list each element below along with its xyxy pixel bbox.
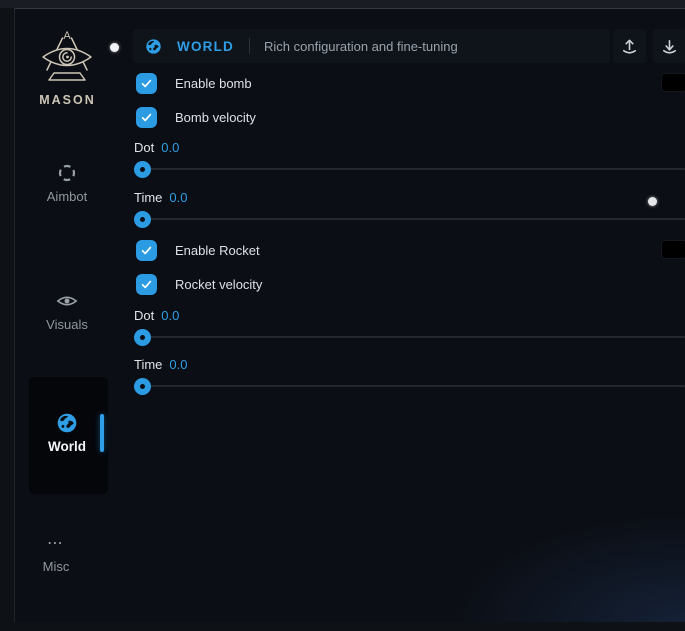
checkbox-rocket-velocity[interactable] bbox=[136, 274, 157, 295]
slider-label: Dot bbox=[134, 308, 154, 323]
slider-value: 0.0 bbox=[161, 140, 179, 155]
sidebar-item-visuals[interactable]: Visuals bbox=[15, 290, 119, 334]
sidebar-item-label: Visuals bbox=[46, 317, 88, 332]
check-icon bbox=[140, 278, 153, 291]
control-row-enable-rocket: Enable Rocket bbox=[136, 240, 260, 261]
checkbox-label: Rocket velocity bbox=[175, 277, 262, 292]
slider-rocket-time[interactable] bbox=[134, 378, 685, 395]
checkbox-enable-bomb[interactable] bbox=[136, 73, 157, 94]
page-header: WORLD Rich configuration and fine-tuning bbox=[133, 29, 610, 63]
check-icon bbox=[140, 77, 153, 90]
cheat-menu-window: A MASON Aimbot Visual bbox=[14, 8, 685, 622]
page-title: WORLD bbox=[177, 39, 234, 54]
sidebar-item-world[interactable]: World bbox=[15, 412, 119, 456]
background-glow bbox=[425, 502, 685, 622]
slider-knob[interactable] bbox=[134, 329, 151, 346]
logo-letter: A bbox=[63, 30, 71, 42]
globe-icon bbox=[145, 38, 162, 55]
slider-track[interactable] bbox=[135, 336, 685, 338]
checkbox-enable-rocket[interactable] bbox=[136, 240, 157, 261]
checkbox-label: Enable Rocket bbox=[175, 243, 260, 258]
crosshair-icon bbox=[56, 162, 78, 184]
checkbox-bomb-velocity[interactable] bbox=[136, 107, 157, 128]
slider-rocket-dot[interactable] bbox=[134, 329, 685, 346]
checkbox-label: Bomb velocity bbox=[175, 110, 256, 125]
globe-icon bbox=[56, 412, 78, 434]
slider-bomb-dot[interactable] bbox=[134, 161, 685, 178]
slider-value: 0.0 bbox=[169, 190, 187, 205]
cursor-dot bbox=[648, 197, 657, 206]
cursor-dot bbox=[110, 43, 119, 52]
sidebar-item-misc[interactable]: ⋯ Misc bbox=[23, 537, 89, 574]
slider-caption-bomb-dot: Dot 0.0 bbox=[134, 140, 179, 155]
sidebar-item-label: World bbox=[48, 439, 86, 454]
slider-bomb-time[interactable] bbox=[134, 211, 685, 228]
slider-track[interactable] bbox=[135, 385, 685, 387]
download-config-button[interactable] bbox=[653, 29, 685, 63]
slider-caption-rocket-dot: Dot 0.0 bbox=[134, 308, 179, 323]
slider-caption-rocket-time: Time 0.0 bbox=[134, 357, 187, 372]
slider-track[interactable] bbox=[135, 168, 685, 170]
ellipsis-icon: ⋯ bbox=[23, 537, 89, 551]
slider-value: 0.0 bbox=[169, 357, 187, 372]
slider-knob[interactable] bbox=[134, 211, 151, 228]
page-subtitle: Rich configuration and fine-tuning bbox=[264, 39, 458, 54]
upload-config-button[interactable] bbox=[613, 29, 646, 63]
control-row-enable-bomb: Enable bomb bbox=[136, 73, 252, 94]
background-strip bbox=[0, 0, 685, 8]
color-swatch-rocket[interactable] bbox=[661, 240, 685, 259]
divider bbox=[249, 38, 250, 54]
slider-label: Dot bbox=[134, 140, 154, 155]
slider-knob[interactable] bbox=[134, 161, 151, 178]
slider-track[interactable] bbox=[135, 218, 685, 220]
sidebar-item-label: Misc bbox=[23, 559, 89, 574]
color-swatch-bomb[interactable] bbox=[661, 73, 685, 92]
control-row-bomb-velocity: Bomb velocity bbox=[136, 107, 256, 128]
slider-knob[interactable] bbox=[134, 378, 151, 395]
sidebar: A MASON Aimbot Visual bbox=[15, 9, 120, 631]
sidebar-item-aimbot[interactable]: Aimbot bbox=[15, 162, 119, 206]
check-icon bbox=[140, 244, 153, 257]
checkbox-label: Enable bomb bbox=[175, 76, 252, 91]
slider-label: Time bbox=[134, 190, 162, 205]
download-icon bbox=[660, 37, 679, 56]
check-icon bbox=[140, 111, 153, 124]
control-row-rocket-velocity: Rocket velocity bbox=[136, 274, 262, 295]
brand-name: MASON bbox=[15, 93, 120, 107]
sidebar-item-label: Aimbot bbox=[47, 189, 87, 204]
mason-logo-icon: A bbox=[39, 27, 95, 89]
eye-icon bbox=[56, 290, 78, 312]
slider-value: 0.0 bbox=[161, 308, 179, 323]
upload-icon bbox=[620, 37, 639, 56]
slider-caption-bomb-time: Time 0.0 bbox=[134, 190, 187, 205]
slider-label: Time bbox=[134, 357, 162, 372]
